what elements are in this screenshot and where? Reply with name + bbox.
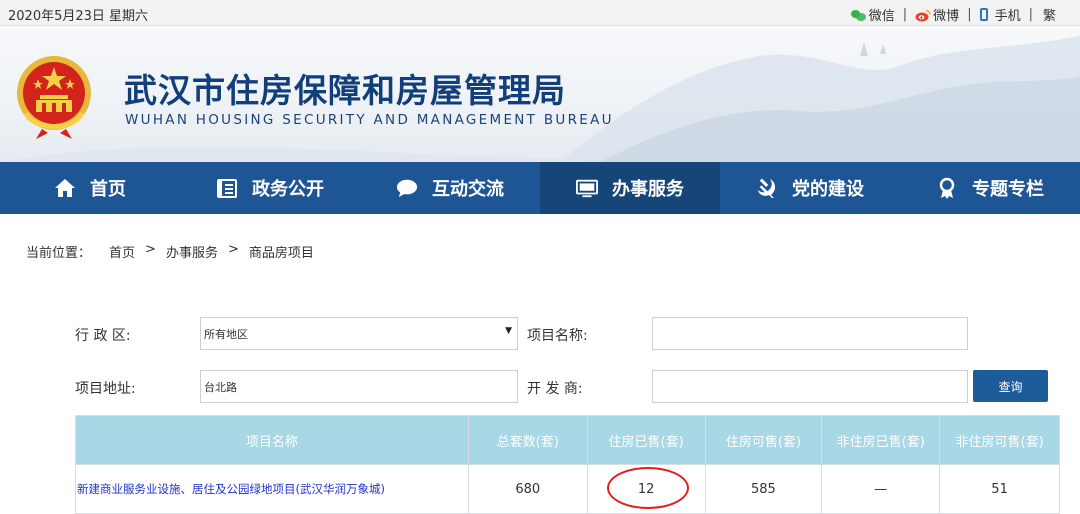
top-bar: 2020年5月23日 星期六 微信 | 微博 | 手机 | 繁 <box>0 0 1080 26</box>
nonresidential-available-cell: 51 <box>939 464 1060 514</box>
nav-item-party-building[interactable]: 党的建设 <box>720 162 900 214</box>
home-icon <box>54 177 76 199</box>
project-name-link[interactable]: 新建商业服务业设施、居住及公园绿地项目(武汉华润万象城) <box>75 464 469 514</box>
separator: | <box>1028 7 1033 22</box>
header-banner: 武汉市住房保障和房屋管理局 WUHAN HOUSING SECURITY AND… <box>0 26 1080 162</box>
mobile-link[interactable]: 手机 <box>979 5 1021 24</box>
traditional-chinese-link[interactable]: 繁 <box>1041 5 1056 24</box>
column-header-nonresidential-available: 非住房可售(套) <box>939 415 1060 465</box>
top-links: 微信 | 微博 | 手机 | 繁 <box>850 5 1056 24</box>
nav-label: 党的建设 <box>792 179 864 200</box>
address-label: 项目地址: <box>75 381 136 397</box>
document-icon <box>216 177 238 199</box>
hammer-sickle-icon <box>756 177 778 199</box>
separator: | <box>902 7 908 22</box>
table-row: 新建商业服务业设施、居住及公园绿地项目(武汉华润万象城) 680 12 585 … <box>75 464 1060 514</box>
district-select[interactable]: 所有地区 ▼ <box>200 317 518 350</box>
nav-label: 专题专栏 <box>972 179 1044 200</box>
nav-label: 首页 <box>90 179 126 200</box>
weibo-icon <box>915 9 931 21</box>
breadcrumb-separator: > <box>145 242 156 257</box>
traditional-label: 繁 <box>1042 9 1056 24</box>
current-date: 2020年5月23日 星期六 <box>8 9 149 24</box>
breadcrumb-separator: > <box>227 242 239 257</box>
nav-item-services[interactable]: 办事服务 <box>540 162 720 214</box>
breadcrumb-current: 商品房项目 <box>248 246 314 261</box>
chat-bubble-icon <box>396 177 418 199</box>
district-label: 行 政 区: <box>75 328 131 344</box>
table-header-row: 项目名称 总套数(套) 住房已售(套) 住房可售(套) 非住房已售(套) 非住房… <box>75 415 1060 465</box>
award-ribbon-icon <box>936 177 958 199</box>
column-header-residential-sold: 住房已售(套) <box>586 415 706 465</box>
nav-item-interaction[interactable]: 互动交流 <box>360 162 540 214</box>
national-emblem-logo <box>14 53 94 139</box>
project-name-input[interactable] <box>652 317 968 350</box>
breadcrumb-prefix: 当前位置： <box>26 246 92 261</box>
column-header-residential-available: 住房可售(套) <box>704 415 823 465</box>
residential-sold-cell: 12 <box>586 464 706 514</box>
residential-available-cell: 585 <box>704 464 823 514</box>
breadcrumb-home-link[interactable]: 首页 <box>109 242 135 261</box>
breadcrumb-services-link[interactable]: 办事服务 <box>166 242 218 261</box>
wechat-label: 微信 <box>868 9 895 24</box>
mobile-label: 手机 <box>994 9 1021 24</box>
nav-label: 政务公开 <box>252 179 324 200</box>
weibo-link[interactable]: 微博 <box>915 5 959 24</box>
dropdown-arrow-icon: ▼ <box>505 326 512 336</box>
breadcrumb: 当前位置： 首页 > 办事服务 > 商品房项目 <box>26 242 314 261</box>
separator: | <box>967 7 972 22</box>
developer-input[interactable] <box>652 370 968 403</box>
wechat-link[interactable]: 微信 <box>850 5 895 24</box>
total-units-cell: 680 <box>467 464 588 514</box>
results-table: 项目名称 总套数(套) 住房已售(套) 住房可售(套) 非住房已售(套) 非住房… <box>75 415 1060 514</box>
nav-item-home[interactable]: 首页 <box>0 162 180 214</box>
monitor-icon <box>576 177 598 199</box>
main-nav: 首页 政务公开 互动交流 办事服务 党的建设 专题专栏 <box>0 162 1080 214</box>
nav-item-government-affairs[interactable]: 政务公开 <box>180 162 360 214</box>
nonresidential-sold-cell: — <box>821 464 941 514</box>
column-header-project-name: 项目名称 <box>75 415 469 465</box>
phone-icon <box>979 8 988 21</box>
weibo-label: 微博 <box>933 9 960 24</box>
address-input[interactable]: 台北路 <box>200 370 518 403</box>
query-button[interactable]: 查询 <box>973 370 1048 402</box>
nav-label: 互动交流 <box>432 179 504 200</box>
developer-label: 开 发 商: <box>527 381 583 397</box>
site-title: 武汉市住房保障和房屋管理局 <box>124 71 566 110</box>
nav-item-special-topics[interactable]: 专题专栏 <box>900 162 1080 214</box>
wechat-icon <box>850 9 866 21</box>
district-select-value: 所有地区 <box>204 327 248 341</box>
site-title-english: WUHAN HOUSING SECURITY AND MANAGEMENT BU… <box>125 112 614 128</box>
nav-label: 办事服务 <box>612 179 684 200</box>
project-name-label: 项目名称: <box>527 328 588 344</box>
column-header-nonresidential-sold: 非住房已售(套) <box>821 415 941 465</box>
column-header-total-units: 总套数(套) <box>467 415 588 465</box>
